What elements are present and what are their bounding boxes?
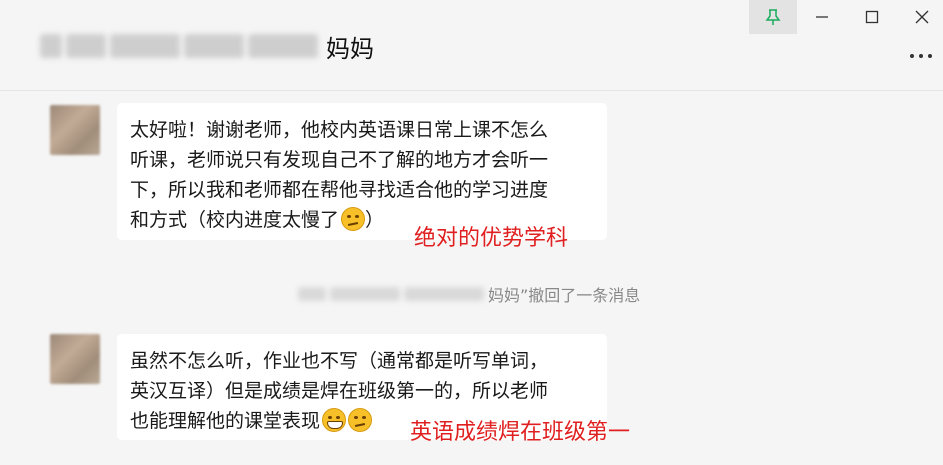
chat-window: 妈妈 太好啦！谢谢老师，他校内英语课日常上课不怎么 听课，老师说只有发现自己不了… <box>0 0 943 465</box>
message-text: ） <box>365 209 385 231</box>
grin-emoji-icon <box>322 408 347 432</box>
maximize-icon <box>865 10 879 24</box>
recall-notice: 妈妈” 撤回了一条消息 <box>298 282 640 306</box>
message-text: 和方式（校内进度太慢了 <box>130 209 340 231</box>
redacted-name-part <box>40 34 62 58</box>
message-line: 听课，老师说只有发现自己不了解的地方才会听一 <box>130 149 549 171</box>
pin-button[interactable] <box>749 0 797 34</box>
thinking-emoji-icon <box>348 408 373 432</box>
minimize-icon <box>816 16 828 18</box>
message-text: 也能理解他的课堂表现 <box>130 410 321 432</box>
redacted-name-part <box>298 287 326 301</box>
pin-icon <box>765 9 781 25</box>
message-line: 太好啦！谢谢老师，他校内英语课日常上课不怎么 <box>130 119 549 141</box>
minimize-button[interactable] <box>798 0 846 34</box>
title-bar: 妈妈 <box>0 0 943 91</box>
redacted-name-part <box>404 287 484 301</box>
redacted-name-part <box>330 287 400 301</box>
thinking-emoji-icon <box>341 207 366 231</box>
chat-title-text: 妈妈 <box>326 34 374 63</box>
redacted-name-part <box>110 34 180 58</box>
redacted-name-part <box>184 34 244 58</box>
avatar[interactable] <box>50 334 100 384</box>
more-button[interactable] <box>906 46 936 66</box>
close-icon <box>915 10 929 24</box>
chat-title: 妈妈 <box>40 26 374 66</box>
message-line: 英汉互译）但是成绩是焊在班级第一的，所以老师 <box>130 380 549 402</box>
redacted-name-part <box>248 34 318 58</box>
annotation-label: 绝对的优势学科 <box>414 226 569 251</box>
annotation-label: 英语成绩焊在班级第一 <box>410 420 631 445</box>
recall-text: 撤回了一条消息 <box>528 286 641 305</box>
redacted-name-part <box>66 34 106 58</box>
message-line: 虽然不怎么听，作业也不写（通常都是听写单词， <box>130 350 549 372</box>
recall-name: 妈妈” <box>488 286 529 305</box>
avatar[interactable] <box>50 105 100 155</box>
more-icon <box>910 54 932 58</box>
maximize-button[interactable] <box>848 0 896 34</box>
message-line: 下，所以我和老师都在帮他寻找适合他的学习进度 <box>130 179 549 201</box>
close-button[interactable] <box>898 0 943 34</box>
